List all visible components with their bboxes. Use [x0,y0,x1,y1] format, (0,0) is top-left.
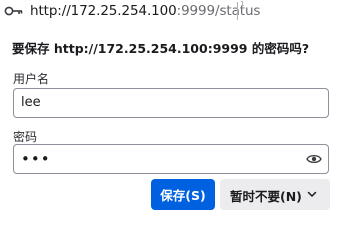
save-button[interactable]: 保存(S) [151,179,215,210]
eye-icon[interactable] [306,153,322,165]
url-text-cursor [237,2,238,20]
chevron-down-icon[interactable] [306,188,318,200]
url-overflow-glyph: 1 [240,0,245,8]
key-icon[interactable] [4,4,24,18]
panel-title: 要保存 http://172.25.254.100:9999 的密码吗? [12,41,310,56]
url-path: :9999/status [176,3,261,19]
address-bar[interactable]: http://172.25.254.100:9999/status 1 [0,0,340,24]
url-host: http://172.25.254.100 [30,3,177,19]
password-field[interactable]: ••• [13,144,329,174]
username-field[interactable]: lee [13,88,329,118]
username-label: 用户名 [13,72,50,86]
not-now-button[interactable]: 暂时不要(N) [220,179,330,210]
save-button-label: 保存(S) [160,188,206,203]
not-now-button-label: 暂时不要(N) [230,189,302,204]
save-password-panel: 要保存 http://172.25.254.100:9999 的密码吗? 用户名… [0,24,340,210]
password-value: ••• [21,150,51,168]
username-value: lee [21,95,41,110]
password-label: 密码 [13,130,38,144]
url-text[interactable]: http://172.25.254.100:9999/status [30,3,260,19]
